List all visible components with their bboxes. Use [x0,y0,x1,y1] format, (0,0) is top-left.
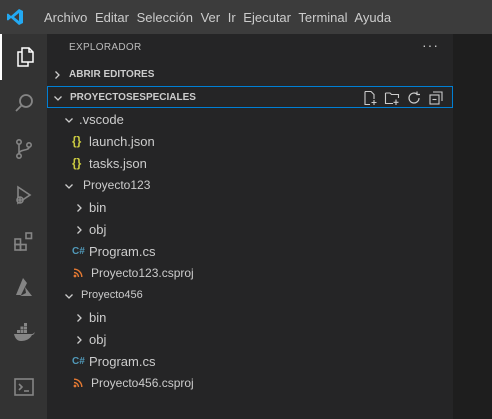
debug-icon [15,185,31,205]
folder-label: obj [89,332,107,347]
file-label: launch.json [89,134,155,149]
title-bar: Archivo Editar Selección Ver Ir Ejecutar… [0,0,492,34]
folder-label: obj [89,222,107,237]
docker-icon [13,323,35,341]
refresh-icon[interactable] [406,90,422,106]
extensions-activity-button[interactable] [0,218,47,264]
chevron-down-icon [54,96,62,101]
file-label: tasks.json [89,156,147,171]
folder-label: Proyecto123 [83,178,151,192]
chevron-right-icon [77,226,82,234]
csharp-file-icon: C# [72,246,85,257]
extensions-icon [13,232,32,251]
terminal-activity-button[interactable] [0,364,47,410]
json-file-icon: {} [72,156,82,170]
chevron-down-icon [65,294,73,299]
menu-editar[interactable]: Editar [95,10,129,25]
chevron-right-icon [77,336,82,344]
folder-label: .vscode [79,112,124,127]
new-folder-icon[interactable] [384,90,400,106]
folder-label: bin [89,310,107,325]
open-editors-section[interactable]: ABRIR EDITORES [47,64,453,86]
file-label: Proyecto123.csproj [91,266,194,280]
project-label: PROYECTOSESPECIALES [70,92,196,103]
tree-row-folder[interactable]: obj [47,328,453,350]
source-control-icon [15,138,32,159]
source-control-activity-button[interactable] [0,126,47,172]
search-activity-button[interactable] [0,80,47,126]
explorer-sidebar: EXPLORADOR ··· ABRIR EDITORES PROYECTOSE… [47,34,453,419]
chevron-down-icon [65,118,73,123]
rss-icon [73,378,83,388]
tree-row-folder[interactable]: .vscode [47,108,453,130]
tree-row-folder[interactable]: Proyecto456 [47,284,453,306]
azure-activity-button[interactable] [0,264,47,310]
menu-terminal[interactable]: Terminal [298,10,347,25]
file-label: Proyecto456.csproj [91,376,194,390]
tree-row-folder[interactable]: bin [47,306,453,328]
explorer-activity-button[interactable] [0,34,47,80]
docker-activity-button[interactable] [0,310,47,356]
tree-row-folder[interactable]: obj [47,218,453,240]
files-icon [16,47,34,67]
tree-row-file[interactable]: {} tasks.json [47,152,453,174]
folder-label: bin [89,200,107,215]
tree-row-file[interactable]: C# Program.cs [47,240,453,262]
tree-row-folder[interactable]: Proyecto123 [47,174,453,196]
menu-ejecutar[interactable]: Ejecutar [243,10,291,25]
file-label: Program.cs [89,244,156,259]
activity-bar [0,34,47,419]
tree-row-folder[interactable]: bin [47,196,453,218]
run-debug-activity-button[interactable] [0,172,47,218]
menu-seleccion[interactable]: Selección [137,10,193,25]
file-label: Program.cs [89,354,156,369]
chevron-down-icon [65,184,73,189]
rss-icon [73,268,83,278]
explorer-title: EXPLORADOR [69,42,142,53]
vscode-logo-icon[interactable] [6,8,24,26]
azure-icon [15,278,32,296]
more-actions-icon[interactable]: ··· [422,37,439,53]
section-actions [362,90,444,106]
search-icon [14,94,33,112]
menu-bar: Archivo Editar Selección Ver Ir Ejecutar… [44,10,395,25]
tree-row-file[interactable]: {} launch.json [47,130,453,152]
tree-row-file[interactable]: C# Program.cs [47,350,453,372]
chevron-right-icon [55,71,60,79]
tree-row-file[interactable]: Proyecto123.csproj [47,262,453,284]
menu-ir[interactable]: Ir [228,10,236,25]
project-section[interactable]: PROYECTOSESPECIALES [47,86,453,108]
collapse-all-icon[interactable] [428,90,444,106]
menu-ver[interactable]: Ver [201,10,221,25]
new-file-icon[interactable] [362,90,378,106]
folder-label: Proyecto456 [81,289,143,301]
json-file-icon: {} [72,134,82,148]
menu-archivo[interactable]: Archivo [44,10,87,25]
tree-row-file[interactable]: Proyecto456.csproj [47,372,453,394]
open-editors-label: ABRIR EDITORES [69,69,155,80]
csharp-file-icon: C# [72,356,85,367]
terminal-icon [13,378,34,396]
chevron-right-icon [77,204,82,212]
chevron-right-icon [77,314,82,322]
editor-area [453,34,492,419]
menu-ayuda[interactable]: Ayuda [354,10,391,25]
